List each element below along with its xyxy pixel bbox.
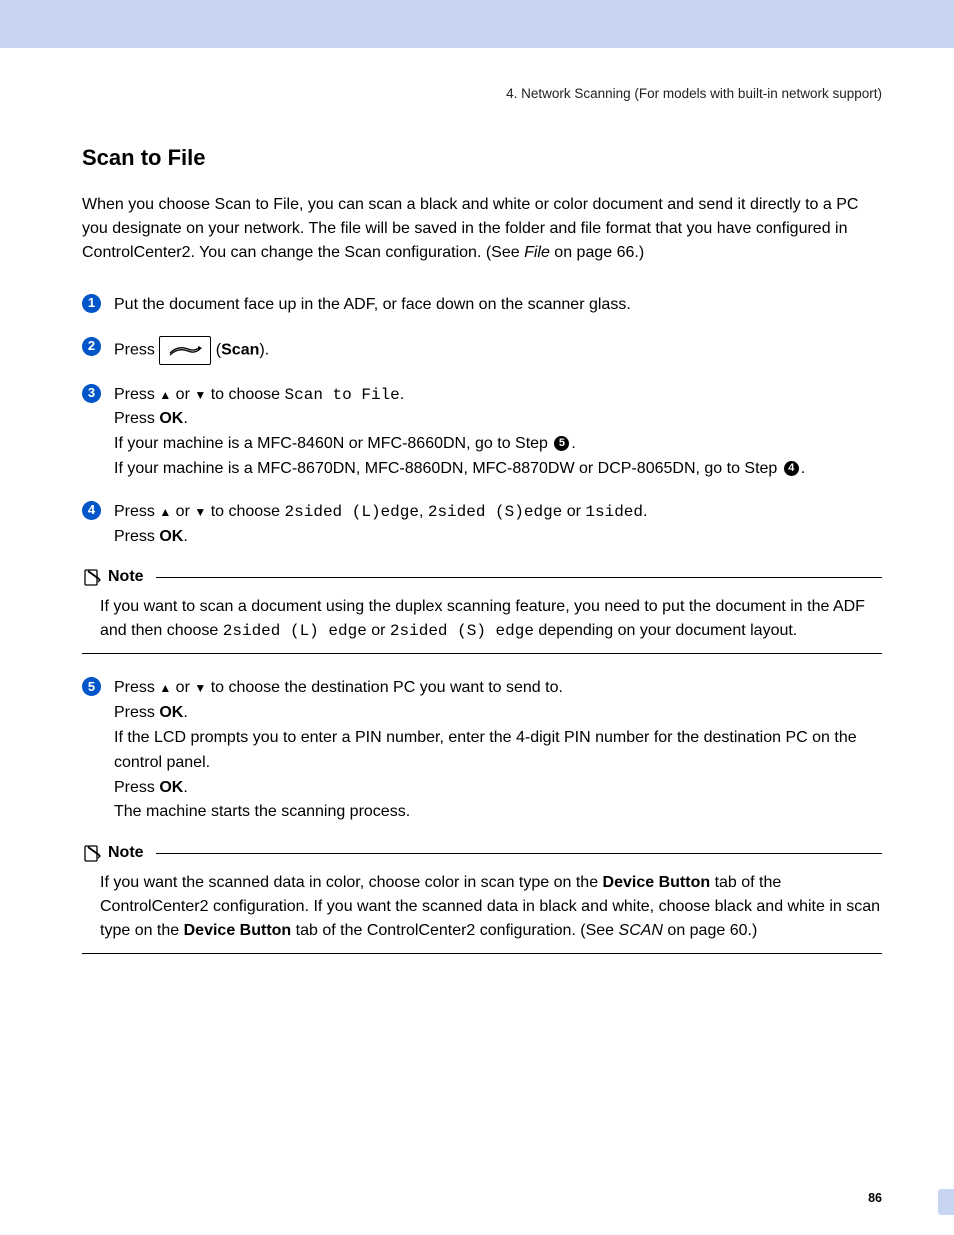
step-4-m3: 1sided [585,503,643,521]
down-arrow-icon [194,386,206,403]
scan-swoosh-icon [168,343,202,357]
step-badge-3: 3 [82,384,101,403]
step-3-menu: Scan to File [285,386,400,404]
down-arrow-icon [194,679,206,696]
step-3-h: . [571,435,575,452]
step-4-c: to choose [206,503,284,520]
step-2: 2 Press (Scan). [82,336,882,365]
step-4-b: or [171,503,194,520]
chapter-header: 4. Network Scanning (For models with bui… [82,86,882,101]
note-1: Note If you want to scan a document usin… [82,567,882,654]
step-5-f: . [183,704,187,721]
step-5-b: or [171,679,194,696]
step-4-m2: 2sided (S)edge [428,503,562,521]
step-ref-4[interactable]: 4 [784,461,799,476]
step-4-comma: , [419,503,428,520]
step-badge-5: 5 [82,677,101,696]
step-5-g: If the LCD prompts you to enter a PIN nu… [114,729,857,771]
down-arrow-icon [194,503,206,520]
section-title: Scan to File [82,145,882,171]
step-4-or: or [562,503,585,520]
step-3-a: Press [114,386,159,403]
step-4-e: Press [114,528,159,545]
note-1-or: or [367,622,390,639]
step-3-g: If your machine is a MFC-8460N or MFC-86… [114,435,552,452]
step-4-ok: OK [159,528,183,545]
step-1-text: Put the document face up in the ADF, or … [114,296,631,313]
note-1-header: Note [82,567,882,587]
note-icon [82,567,102,587]
note-1-m1: 2sided (L) edge [223,622,367,640]
note-1-rule [156,577,882,578]
page-content: 4. Network Scanning (For models with bui… [0,48,954,1235]
step-1: 1 Put the document face up in the ADF, o… [82,293,882,318]
note-2-b2: Device Button [184,922,292,939]
step-3: 3 Press or to choose Scan to File. Press… [82,383,882,482]
intro-link-file[interactable]: File [524,244,550,261]
step-5-ok2: OK [159,779,183,796]
note-2-d: on page 60.) [663,922,757,939]
intro-paragraph: When you choose Scan to File, you can sc… [82,193,882,265]
step-2-scan: Scan [221,341,259,358]
step-4-m1: 2sided (L)edge [285,503,419,521]
scan-button-icon [159,336,211,365]
up-arrow-icon [159,386,171,403]
step-4-a: Press [114,503,159,520]
intro-text-2: on page 66.) [550,244,644,261]
steps-list: 1 Put the document face up in the ADF, o… [82,293,882,549]
step-3-f: . [183,410,187,427]
step-3-c: to choose [206,386,284,403]
note-icon [82,843,102,863]
step-5-e: Press [114,704,159,721]
step-5-h: Press [114,779,159,796]
note-2-link-scan[interactable]: SCAN [619,922,663,939]
step-3-i: If your machine is a MFC-8670DN, MFC-886… [114,460,782,477]
note-1-label: Note [108,568,144,586]
step-badge-4: 4 [82,501,101,520]
note-1-body: If you want to scan a document using the… [82,595,882,654]
step-5-c: to choose the destination PC you want to… [206,679,563,696]
note-2-c: tab of the ControlCenter2 configuration.… [291,922,618,939]
step-badge-1: 1 [82,294,101,313]
step-3-e: Press [114,410,159,427]
step-4: 4 Press or to choose 2sided (L)edge, 2si… [82,500,882,550]
steps-list-continued: 5 Press or to choose the destination PC … [82,676,882,825]
up-arrow-icon [159,679,171,696]
note-2-a: If you want the scanned data in color, c… [100,874,603,891]
step-2-d: ). [259,341,269,358]
step-3-ok: OK [159,410,183,427]
step-4-d: . [643,503,647,520]
step-3-j: . [801,460,805,477]
step-3-d: . [400,386,404,403]
step-badge-2: 2 [82,337,101,356]
intro-text-1: When you choose Scan to File, you can sc… [82,196,858,261]
step-5: 5 Press or to choose the destination PC … [82,676,882,825]
step-3-b: or [171,386,194,403]
step-5-ok: OK [159,704,183,721]
step-4-f: . [183,528,187,545]
note-1-b: depending on your document layout. [534,622,797,639]
note-2-rule [156,853,882,854]
step-ref-5[interactable]: 5 [554,436,569,451]
step-5-a: Press [114,679,159,696]
up-arrow-icon [159,503,171,520]
note-2-b1: Device Button [603,874,711,891]
note-2: Note If you want the scanned data in col… [82,843,882,954]
note-2-header: Note [82,843,882,863]
note-2-body: If you want the scanned data in color, c… [82,871,882,954]
step-5-j: The machine starts the scanning process. [114,803,410,820]
note-1-m2: 2sided (S) edge [390,622,534,640]
step-2-a: Press [114,341,159,358]
header-bar [0,0,954,48]
step-5-i: . [183,779,187,796]
side-tab [938,1189,954,1215]
page-number: 86 [868,1191,882,1205]
note-2-label: Note [108,844,144,862]
